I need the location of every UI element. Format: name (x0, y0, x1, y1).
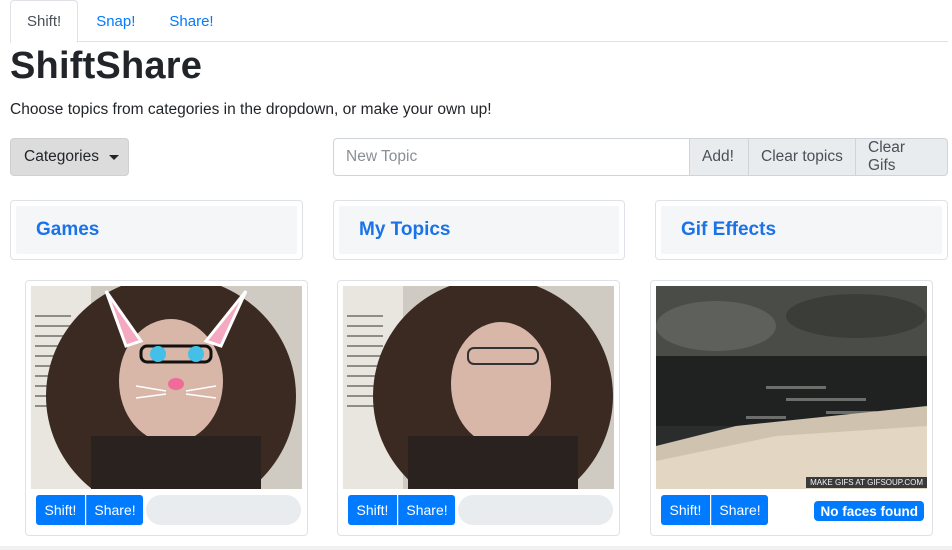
page-subtitle: Choose topics from categories in the dro… (10, 101, 492, 118)
caret-down-icon (108, 155, 119, 160)
categories-dropdown-button[interactable]: Categories (10, 138, 129, 176)
tab-share[interactable]: Share! (153, 0, 229, 42)
status-badge: No faces found (814, 501, 924, 521)
gif-image[interactable] (343, 286, 614, 489)
category-link-gif-effects[interactable]: Gif Effects (661, 206, 942, 254)
categories-dropdown-label: Categories (24, 148, 99, 165)
category-card-gif-effects: Gif Effects (655, 200, 948, 260)
share-button[interactable]: Share! (86, 495, 143, 525)
gif-watermark: MAKE GIFS AT GIFSOUP.COM (806, 477, 927, 488)
shift-button[interactable]: Shift! (661, 495, 710, 525)
page-footer-strip (0, 546, 952, 550)
category-card-games: Games (10, 200, 303, 260)
clear-gifs-button[interactable]: Clear Gifs (856, 138, 948, 176)
tab-snap[interactable]: Snap! (80, 0, 151, 42)
status-pill (458, 495, 613, 525)
share-button[interactable]: Share! (711, 495, 768, 525)
new-topic-input[interactable] (333, 138, 690, 176)
gif-card: MAKE GIFS AT GIFSOUP.COM Shift! Share! N… (650, 280, 933, 536)
category-link-my-topics[interactable]: My Topics (339, 206, 619, 254)
gif-image[interactable]: MAKE GIFS AT GIFSOUP.COM (656, 286, 927, 489)
page-title: ShiftShare (10, 45, 203, 87)
shift-button[interactable]: Shift! (36, 495, 85, 525)
topic-input-group: Add! Clear topics Clear Gifs (333, 138, 948, 176)
gif-card: Shift! Share! (337, 280, 620, 536)
tab-shift[interactable]: Shift! (10, 0, 79, 43)
category-card-my-topics: My Topics (333, 200, 625, 260)
clear-topics-button[interactable]: Clear topics (749, 138, 856, 176)
shift-button[interactable]: Shift! (348, 495, 397, 525)
gif-image[interactable] (31, 286, 302, 489)
status-pill (146, 495, 301, 525)
nav-tabs: Shift! Snap! Share! (10, 0, 948, 43)
category-link-games[interactable]: Games (16, 206, 297, 254)
add-topic-button[interactable]: Add! (690, 138, 749, 176)
share-button[interactable]: Share! (398, 495, 455, 525)
gif-card: Shift! Share! (25, 280, 308, 536)
